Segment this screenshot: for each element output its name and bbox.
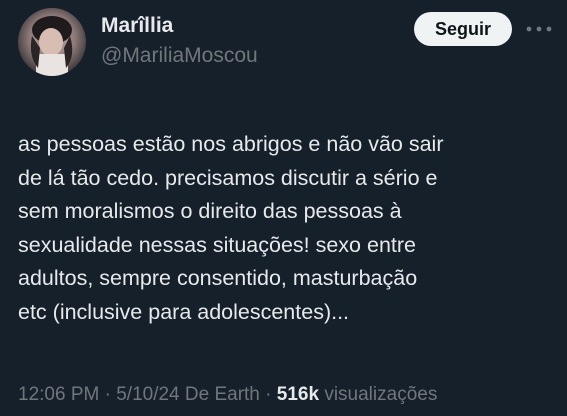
tweet-text-line: adultos, sempre consentido, masturbação (18, 266, 418, 291)
views-label: visualizações (319, 384, 438, 405)
tweet-text-line: de lá tão cedo. precisamos discutir a sé… (18, 165, 438, 190)
tweet-text-line: sexualidade nessas situações! sexo entre (18, 232, 416, 257)
profile-photo (30, 16, 73, 76)
more-options-button[interactable] (524, 16, 554, 42)
more-horizontal-icon (526, 26, 552, 32)
tweet-text: as pessoas estão nos abrigos e não vão s… (18, 128, 553, 330)
avatar[interactable] (18, 8, 86, 76)
tweet-time[interactable]: 12:06 PM (18, 384, 99, 405)
tweet-meta: 12:06 PM · 5/10/24 De Earth · 516k visua… (18, 384, 437, 406)
views-count[interactable]: 516k (277, 384, 319, 405)
author-handle[interactable]: @MariliaMoscou (101, 44, 258, 68)
tweet-text-line: sem moralismos o direito das pessoas à (18, 199, 402, 224)
meta-separator: · (259, 384, 277, 405)
follow-button[interactable]: Seguir (414, 12, 512, 46)
meta-separator: · (99, 384, 117, 405)
author-name[interactable]: Marîllia (101, 14, 173, 38)
tweet-text-line: as pessoas estão nos abrigos e não vão s… (18, 132, 444, 156)
tweet-text-line: etc (inclusive para adolescentes)... (18, 299, 350, 324)
tweet-date[interactable]: 5/10/24 De Earth (116, 384, 260, 405)
